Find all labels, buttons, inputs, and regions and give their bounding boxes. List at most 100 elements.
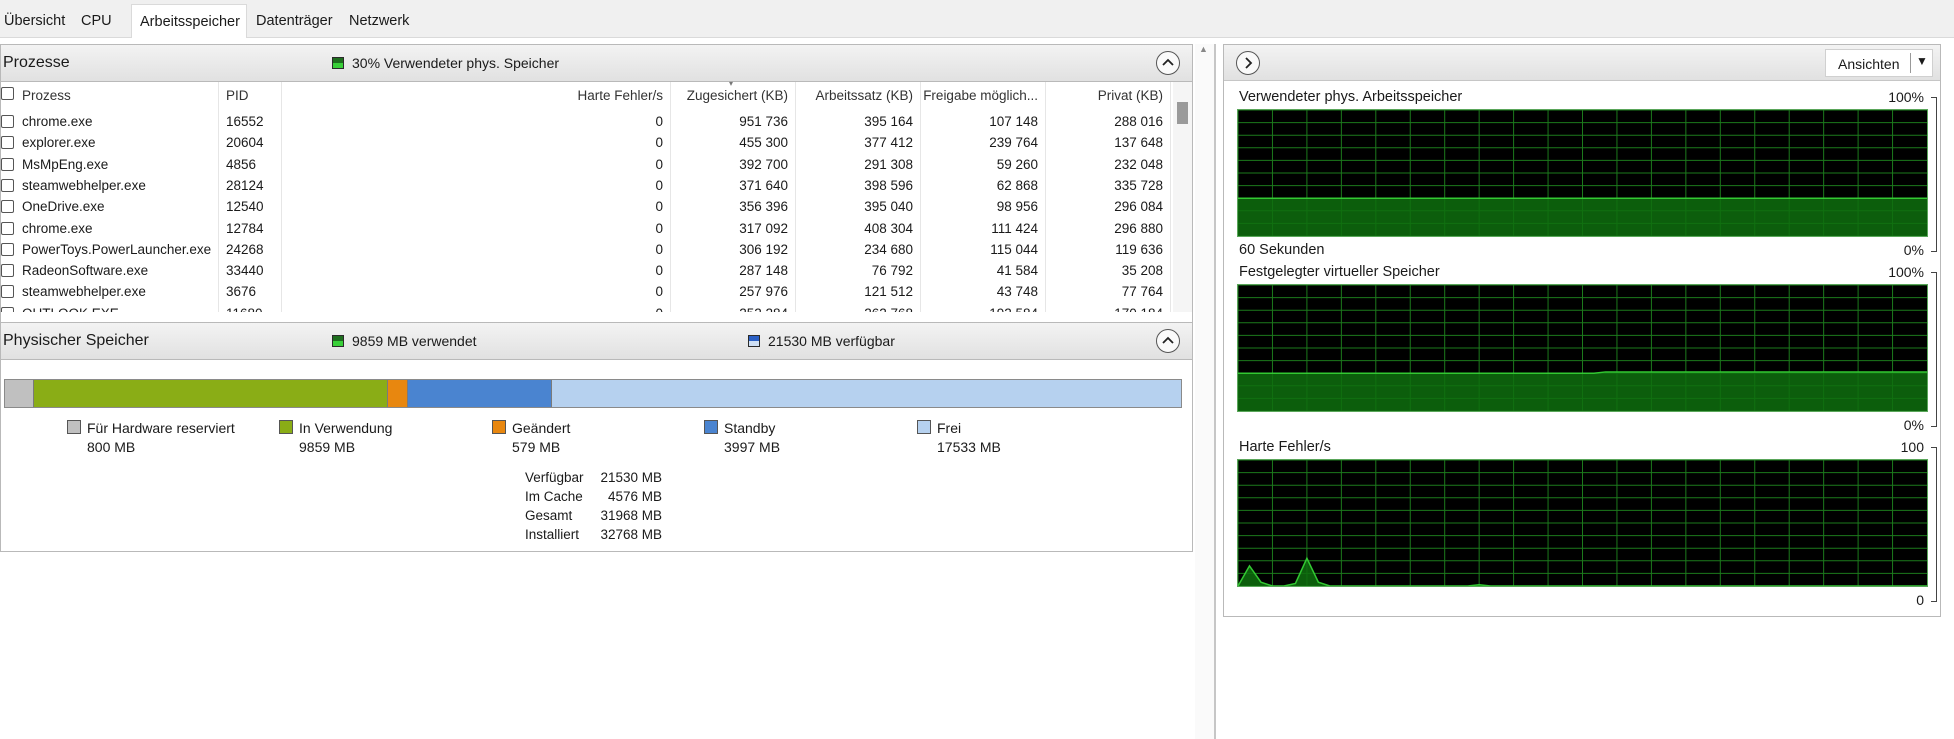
select-all-checkbox[interactable] — [1, 87, 14, 100]
row-checkbox[interactable] — [1, 306, 14, 312]
col-header-name[interactable]: Prozess — [22, 88, 71, 103]
process-hard-faults: 0 — [655, 284, 663, 300]
process-name: chrome.exe — [22, 220, 93, 236]
row-checkbox[interactable] — [1, 221, 14, 235]
table-row[interactable]: steamwebhelper.exe 28124 0 371 640 398 596 62… — [0, 176, 1168, 197]
row-checkbox[interactable] — [1, 178, 14, 192]
legend-modified-label: Geändert — [512, 420, 571, 436]
process-private: 232 048 — [1114, 156, 1163, 172]
row-checkbox[interactable] — [1, 285, 14, 299]
processes-summary: 30% Verwendeter phys. Speicher — [352, 55, 560, 71]
process-pid: 24268 — [226, 241, 264, 257]
process-working-set: 408 304 — [864, 220, 913, 236]
scrollbar-thumb[interactable] — [1177, 102, 1188, 124]
legend-standby-value: 3997 MB — [724, 439, 781, 455]
graph1-max: 100% — [1888, 89, 1924, 105]
legend-hardware-swatch — [67, 420, 81, 434]
col-header-working-set[interactable]: Arbeitssatz (KB) — [797, 88, 913, 103]
table-row[interactable]: OneDrive.exe 12540 0 356 396 395 040 98 956 29… — [0, 197, 1168, 218]
row-checkbox[interactable] — [1, 115, 14, 128]
stat-available-label: Verfügbar — [525, 470, 584, 485]
collapse-physical-memory-button[interactable] — [1156, 329, 1180, 353]
legend-hardware-label: Für Hardware reserviert — [87, 420, 235, 436]
row-checkbox[interactable] — [1, 136, 14, 150]
legend-free-swatch — [917, 420, 931, 434]
process-name: steamwebhelper.exe — [22, 177, 146, 193]
process-pid: 33440 — [226, 263, 264, 279]
legend-modified-value: 579 MB — [512, 439, 561, 455]
process-name: OUTLOOK.EXE — [22, 304, 212, 312]
col-header-private[interactable]: Privat (KB) — [1047, 88, 1163, 103]
row-checkbox[interactable] — [1, 264, 14, 278]
process-commit: 455 300 — [739, 135, 788, 151]
graph2-min: 0% — [1903, 417, 1924, 433]
tab-overview[interactable]: Übersicht — [0, 6, 69, 36]
available-memory-summary: 21530 MB verfügbar — [768, 333, 895, 349]
process-pid: 3676 — [226, 284, 257, 300]
legend-hardware-value: 800 MB — [87, 439, 136, 455]
process-working-set: 234 680 — [864, 241, 913, 257]
tab-network[interactable]: Netzwerk — [345, 6, 413, 36]
process-shareable: 62 868 — [996, 177, 1038, 193]
expand-graphs-button[interactable] — [1236, 51, 1260, 75]
views-label: Ansichten — [1838, 56, 1900, 72]
process-commit: 371 640 — [739, 177, 788, 193]
process-working-set: 121 512 — [864, 284, 913, 300]
graph1-time-span: 60 Sekunden — [1239, 242, 1325, 258]
stat-cache-label: Im Cache — [525, 489, 583, 504]
tab-memory[interactable]: Arbeitsspeicher — [131, 4, 247, 38]
physical-memory-title: Physischer Speicher — [3, 332, 149, 349]
col-header-commit[interactable]: Zugesichert (KB) — [672, 88, 788, 103]
process-commit: 392 700 — [739, 156, 788, 172]
graph-area — [1238, 198, 1927, 236]
table-row[interactable]: chrome.exe 12784 0 317 092 408 304 111 424 296… — [0, 219, 1168, 240]
tab-cpu[interactable]: CPU — [77, 6, 116, 36]
legend-free-label: Frei — [937, 420, 962, 436]
panel-splitter[interactable]: ▲ — [1195, 44, 1215, 739]
physical-memory-header[interactable]: Physischer Speicher 9859 MB verwendet 21… — [0, 322, 1193, 360]
collapse-processes-button[interactable] — [1156, 51, 1180, 75]
legend-in-use-swatch — [279, 420, 293, 434]
process-private: 35 208 — [1121, 263, 1163, 279]
process-commit: 287 148 — [739, 263, 788, 279]
stat-available-value: 21530 MB — [600, 470, 662, 485]
table-row[interactable]: OUTLOOK.EXE 11680 0 252 284 262 768 192 584 17… — [0, 304, 1168, 312]
chevron-down-icon: ▼ — [1916, 54, 1928, 68]
col-header-pid[interactable]: PID — [226, 88, 249, 103]
table-row[interactable]: chrome.exe 16552 0 951 736 395 164 107 148 288… — [0, 112, 1168, 133]
table-row[interactable]: MsMpEng.exe 4856 0 392 700 291 308 59 260 232 … — [0, 155, 1168, 176]
tab-bar: Übersicht CPU Arbeitsspeicher Datenträge… — [0, 0, 1954, 38]
col-header-hard-faults[interactable]: Harte Fehler/s — [520, 88, 663, 103]
tab-disk[interactable]: Datenträger — [252, 6, 337, 36]
processes-header[interactable]: Prozesse 30% Verwendeter phys. Speicher — [0, 44, 1193, 82]
views-dropdown[interactable]: Ansichten ▼ — [1825, 49, 1933, 77]
process-scrollbar[interactable] — [1173, 82, 1192, 312]
process-pid: 12784 — [226, 220, 264, 236]
row-checkbox[interactable] — [1, 242, 14, 256]
process-commit: 951 736 — [739, 114, 788, 129]
process-pid: 28124 — [226, 177, 264, 193]
physical-memory-graph — [1237, 109, 1928, 237]
row-checkbox[interactable] — [1, 157, 14, 171]
table-row[interactable]: RadeonSoftware.exe 33440 0 287 148 76 792 41 … — [0, 261, 1168, 282]
stat-installed-label: Installiert — [525, 527, 580, 542]
committed-memory-graph — [1237, 284, 1928, 412]
process-shareable: 43 748 — [996, 284, 1038, 300]
legend-in-use-label: In Verwendung — [299, 420, 393, 436]
row-checkbox[interactable] — [1, 200, 14, 214]
legend-in-use-value: 9859 MB — [299, 439, 356, 455]
available-memory-legend-icon — [748, 335, 760, 347]
process-hard-faults: 0 — [655, 114, 663, 129]
legend-free-value: 17533 MB — [937, 439, 1001, 455]
table-row[interactable]: explorer.exe 20604 0 455 300 377 412 239 764 1… — [0, 133, 1168, 154]
process-shareable: 115 044 — [990, 241, 1038, 257]
table-row[interactable]: PowerToys.PowerLauncher.exe 24268 0 306 192… — [0, 240, 1168, 261]
process-shareable: 41 584 — [996, 263, 1038, 279]
process-hard-faults: 0 — [655, 199, 663, 215]
process-working-set: 395 040 — [864, 199, 913, 215]
col-header-shareable[interactable]: Freigabe möglich... — [922, 88, 1038, 103]
process-private: 170 184 — [1047, 304, 1163, 312]
table-row[interactable]: steamwebhelper.exe 3676 0 257 976 121 512 43 … — [0, 282, 1168, 303]
bar-free-segment — [551, 380, 1181, 407]
stat-cache-value: 4576 MB — [607, 489, 662, 504]
